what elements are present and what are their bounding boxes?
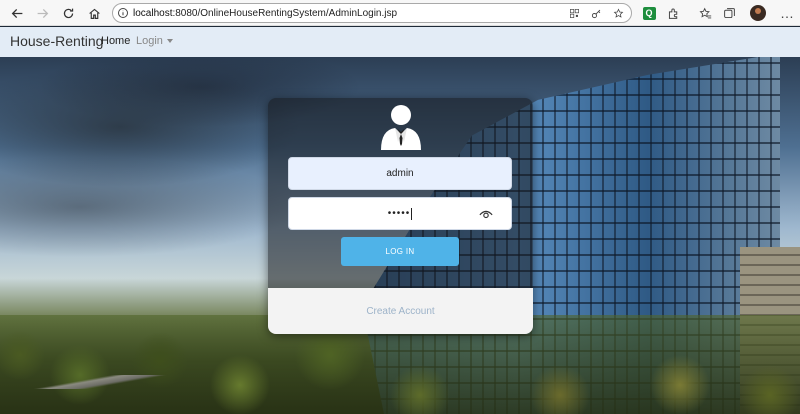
info-icon[interactable]: [113, 3, 133, 23]
menu-icon[interactable]: …: [778, 4, 796, 22]
caret-down-icon: [166, 39, 173, 43]
back-button[interactable]: [4, 0, 30, 26]
nav-login-dropdown[interactable]: Login: [136, 35, 173, 47]
nav-login-label: Login: [136, 35, 163, 47]
forward-button[interactable]: [29, 0, 55, 26]
brand-link[interactable]: House-Renting: [10, 33, 103, 49]
road: [0, 375, 200, 389]
login-button[interactable]: LOG IN: [341, 237, 459, 266]
site-navbar: House-Renting Home Login: [0, 27, 800, 57]
create-account-link[interactable]: Create Account: [366, 306, 434, 317]
qr-icon[interactable]: [567, 6, 581, 20]
password-field[interactable]: •••••: [288, 197, 512, 230]
collections-icon[interactable]: [720, 4, 738, 22]
eye-icon[interactable]: [479, 208, 493, 220]
reload-icon: [63, 8, 73, 18]
puzzle-icon[interactable]: [664, 4, 682, 22]
reload-button[interactable]: [55, 0, 81, 26]
forward-icon: [37, 8, 48, 18]
key-icon[interactable]: [589, 6, 603, 20]
browser-toolbar: localhost:8080/OnlineHouseRentingSystem/…: [0, 0, 800, 26]
profile-avatar[interactable]: [750, 5, 766, 21]
extension-q-icon[interactable]: Q: [640, 4, 658, 22]
user-avatar-icon: [381, 105, 421, 150]
password-value: •••••: [387, 208, 411, 219]
login-card-footer: Create Account: [268, 288, 533, 334]
home-button[interactable]: [81, 0, 107, 26]
url-text: localhost:8080/OnlineHouseRentingSystem/…: [133, 7, 398, 19]
address-bar[interactable]: localhost:8080/OnlineHouseRentingSystem/…: [112, 3, 632, 23]
username-value: admin: [386, 168, 414, 179]
favorites-icon[interactable]: [696, 4, 714, 22]
favorite-icon[interactable]: [611, 6, 625, 20]
text-cursor: [411, 207, 413, 220]
back-icon: [11, 8, 22, 18]
login-card: admin ••••• LOG IN Create Account: [268, 98, 533, 334]
username-field[interactable]: admin: [288, 157, 512, 190]
nav-home-link[interactable]: Home: [101, 35, 130, 47]
home-icon: [88, 8, 100, 19]
login-card-body: admin ••••• LOG IN: [268, 98, 533, 288]
